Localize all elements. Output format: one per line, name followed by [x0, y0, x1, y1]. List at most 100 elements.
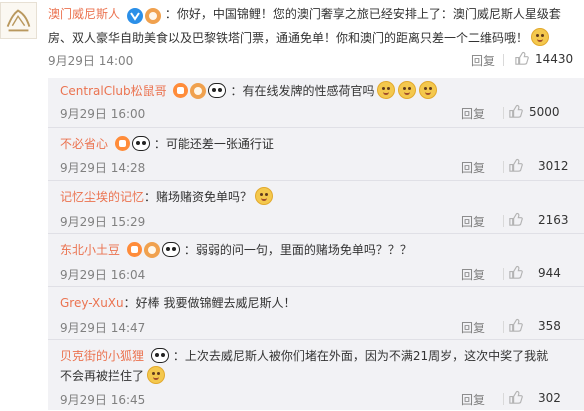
reply-time: 9月29日 16:04: [60, 268, 146, 282]
reply-item: 记忆尘埃的记忆：赌场赌资免单吗？ 9月29日 15:29 回复 2163: [48, 180, 584, 234]
like-count: 2163: [538, 212, 569, 227]
reply-meta: 9月29日 14:47 回复 358: [60, 318, 572, 336]
main-comment: 澳门威尼斯人 ：你好，中国锦鲤！您的澳门奢享之旅已经安排上了：澳门威尼斯人星级套…: [0, 0, 584, 78]
reply-body: ：赌场赌资免单吗？: [144, 190, 253, 204]
reply-author-link[interactable]: CentralClub松鼠哥: [60, 84, 167, 98]
reply-author-badges: [114, 136, 150, 151]
comment-time: 9月29日 14:00: [48, 54, 134, 68]
coin-badge-icon: [173, 83, 189, 98]
doge-emoji-icon: [398, 81, 417, 99]
reply-time: 9月29日 15:29: [60, 215, 146, 229]
vip-badge-icon: [143, 241, 160, 258]
action-divider: [503, 107, 504, 119]
reply-item: CentralClub松鼠哥 ：有在线发牌的性感荷官吗 9月29日 16:00 …: [48, 78, 584, 130]
like-count: 3012: [538, 158, 569, 173]
like-button[interactable]: 14430: [514, 51, 573, 66]
action-divider: [503, 215, 504, 227]
thumbs-up-icon: [509, 390, 523, 404]
panda-badge-icon: [131, 136, 150, 151]
like-button[interactable]: 302: [508, 390, 561, 405]
reply-item: Grey-XuXu：好棒 我要做锦鲤去威尼斯人！ 9月29日 14:47 回复 …: [48, 286, 584, 340]
reply-item: 东北小土豆 ：弱弱的问一句，里面的赌场免单吗？？？ 9月29日 16:04 回复…: [48, 233, 584, 287]
reply-body: ：有在线发牌的性感荷官吗: [230, 84, 375, 98]
reply-button[interactable]: 回复: [461, 391, 485, 408]
reply-meta: 9月29日 16:04 回复 944: [60, 265, 572, 283]
reply-body: ：可能还差一张通行证: [153, 137, 274, 151]
reply-body: ：弱弱的问一句，里面的赌场免单吗？？？: [183, 243, 412, 257]
verified-v-icon: [126, 8, 143, 24]
reply-author-badges: [126, 241, 180, 258]
panda-badge-icon: [208, 83, 227, 98]
like-button[interactable]: 2163: [508, 212, 569, 227]
like-count: 5000: [529, 104, 560, 119]
reply-body: ：好棒 我要做锦鲤去威尼斯人！: [123, 296, 296, 310]
reply-text: 记忆尘埃的记忆：赌场赌资免单吗？: [60, 187, 572, 207]
reply-author-badges: [173, 82, 227, 99]
reply-text: CentralClub松鼠哥 ：有在线发牌的性感荷官吗: [60, 81, 572, 101]
main-author-link[interactable]: 澳门威尼斯人: [48, 7, 120, 21]
like-count: 358: [538, 318, 561, 333]
reply-author-link[interactable]: 记忆尘埃的记忆: [60, 190, 144, 204]
author-badges: [126, 8, 161, 24]
like-count: 302: [538, 390, 561, 405]
reply-time: 9月29日 16:45: [60, 393, 146, 407]
reply-text: 东北小土豆 ：弱弱的问一句，里面的赌场免单吗？？？: [60, 240, 572, 260]
like-button[interactable]: 3012: [508, 158, 569, 173]
doge-emoji-icon: [531, 28, 550, 46]
reply-time: 9月29日 16:00: [60, 107, 146, 121]
like-count: 14430: [535, 51, 574, 66]
avatar[interactable]: [0, 2, 37, 39]
reply-button[interactable]: 回复: [461, 159, 485, 176]
like-button[interactable]: 944: [508, 265, 561, 280]
vip-badge-icon: [190, 82, 207, 99]
reply-button[interactable]: 回复: [461, 105, 485, 122]
reply-author-link[interactable]: Grey-XuXu: [60, 296, 124, 310]
action-divider: [503, 161, 504, 173]
reply-author-link[interactable]: 贝克街的小狐狸: [60, 349, 144, 363]
main-comment-meta: 9月29日 14:00 回复 14430: [48, 51, 584, 69]
venetian-macao-logo-icon: [1, 3, 36, 38]
doge-emoji-icon: [377, 81, 396, 99]
thumbs-up-icon: [509, 158, 523, 172]
action-divider: [503, 321, 504, 333]
reply-item: 不必省心 ：可能还差一张通行证 9月29日 14:28 回复 3012: [48, 127, 584, 181]
comment-thread: 澳门威尼斯人 ：你好，中国锦鲤！您的澳门奢享之旅已经安排上了：澳门威尼斯人星级套…: [0, 0, 584, 410]
reply-time: 9月29日 14:28: [60, 161, 146, 175]
thumbs-up-icon: [509, 104, 523, 118]
doge-emoji-icon: [419, 81, 438, 99]
thumbs-up-icon: [509, 265, 523, 279]
panda-badge-icon: [161, 242, 180, 257]
reply-button[interactable]: 回复: [461, 266, 485, 283]
thumbs-up-icon: [509, 318, 523, 332]
action-divider: [503, 393, 504, 405]
reply-text: Grey-XuXu：好棒 我要做锦鲤去威尼斯人！: [60, 293, 572, 313]
vip-badge-icon: [144, 8, 161, 24]
coin-badge-icon: [114, 136, 130, 151]
reply-meta: 9月29日 15:29 回复 2163: [60, 212, 572, 230]
reply-author-link[interactable]: 东北小土豆: [60, 243, 120, 257]
main-comment-body: ：你好，中国锦鲤！您的澳门奢享之旅已经安排上了：澳门威尼斯人星级套房、双人豪华自…: [48, 7, 561, 45]
reply-button[interactable]: 回复: [461, 213, 485, 230]
reply-meta: 9月29日 14:28 回复 3012: [60, 158, 572, 176]
thumbs-up-icon: [509, 212, 523, 226]
reply-item: 贝克街的小狐狸 ：上次去威尼斯人被你们堵在外面，因为不满21周岁，这次中奖了我就…: [48, 339, 584, 411]
action-divider: [503, 268, 504, 280]
reply-text: 不必省心 ：可能还差一张通行证: [60, 134, 572, 154]
reply-button[interactable]: 回复: [471, 52, 495, 69]
doge-emoji-icon: [147, 366, 166, 384]
panda-badge-icon: [150, 348, 169, 363]
reply-time: 9月29日 14:47: [60, 321, 146, 335]
reply-author-link[interactable]: 不必省心: [60, 137, 108, 151]
main-comment-text-block: 澳门威尼斯人 ：你好，中国锦鲤！您的澳门奢享之旅已经安排上了：澳门威尼斯人星级套…: [48, 2, 578, 50]
like-button[interactable]: 358: [508, 318, 561, 333]
action-divider: [503, 54, 504, 66]
reply-button[interactable]: 回复: [461, 319, 485, 336]
thumbs-up-icon: [515, 51, 529, 65]
doge-emoji-icon: [255, 187, 274, 205]
like-button[interactable]: 5000: [508, 104, 560, 119]
reply-list: CentralClub松鼠哥 ：有在线发牌的性感荷官吗 9月29日 16:00 …: [48, 78, 584, 410]
coin-badge-icon: [126, 242, 142, 257]
reply-author-badges: [150, 348, 169, 363]
reply-meta: 9月29日 16:45 回复 302: [60, 390, 572, 408]
like-count: 944: [538, 265, 561, 280]
